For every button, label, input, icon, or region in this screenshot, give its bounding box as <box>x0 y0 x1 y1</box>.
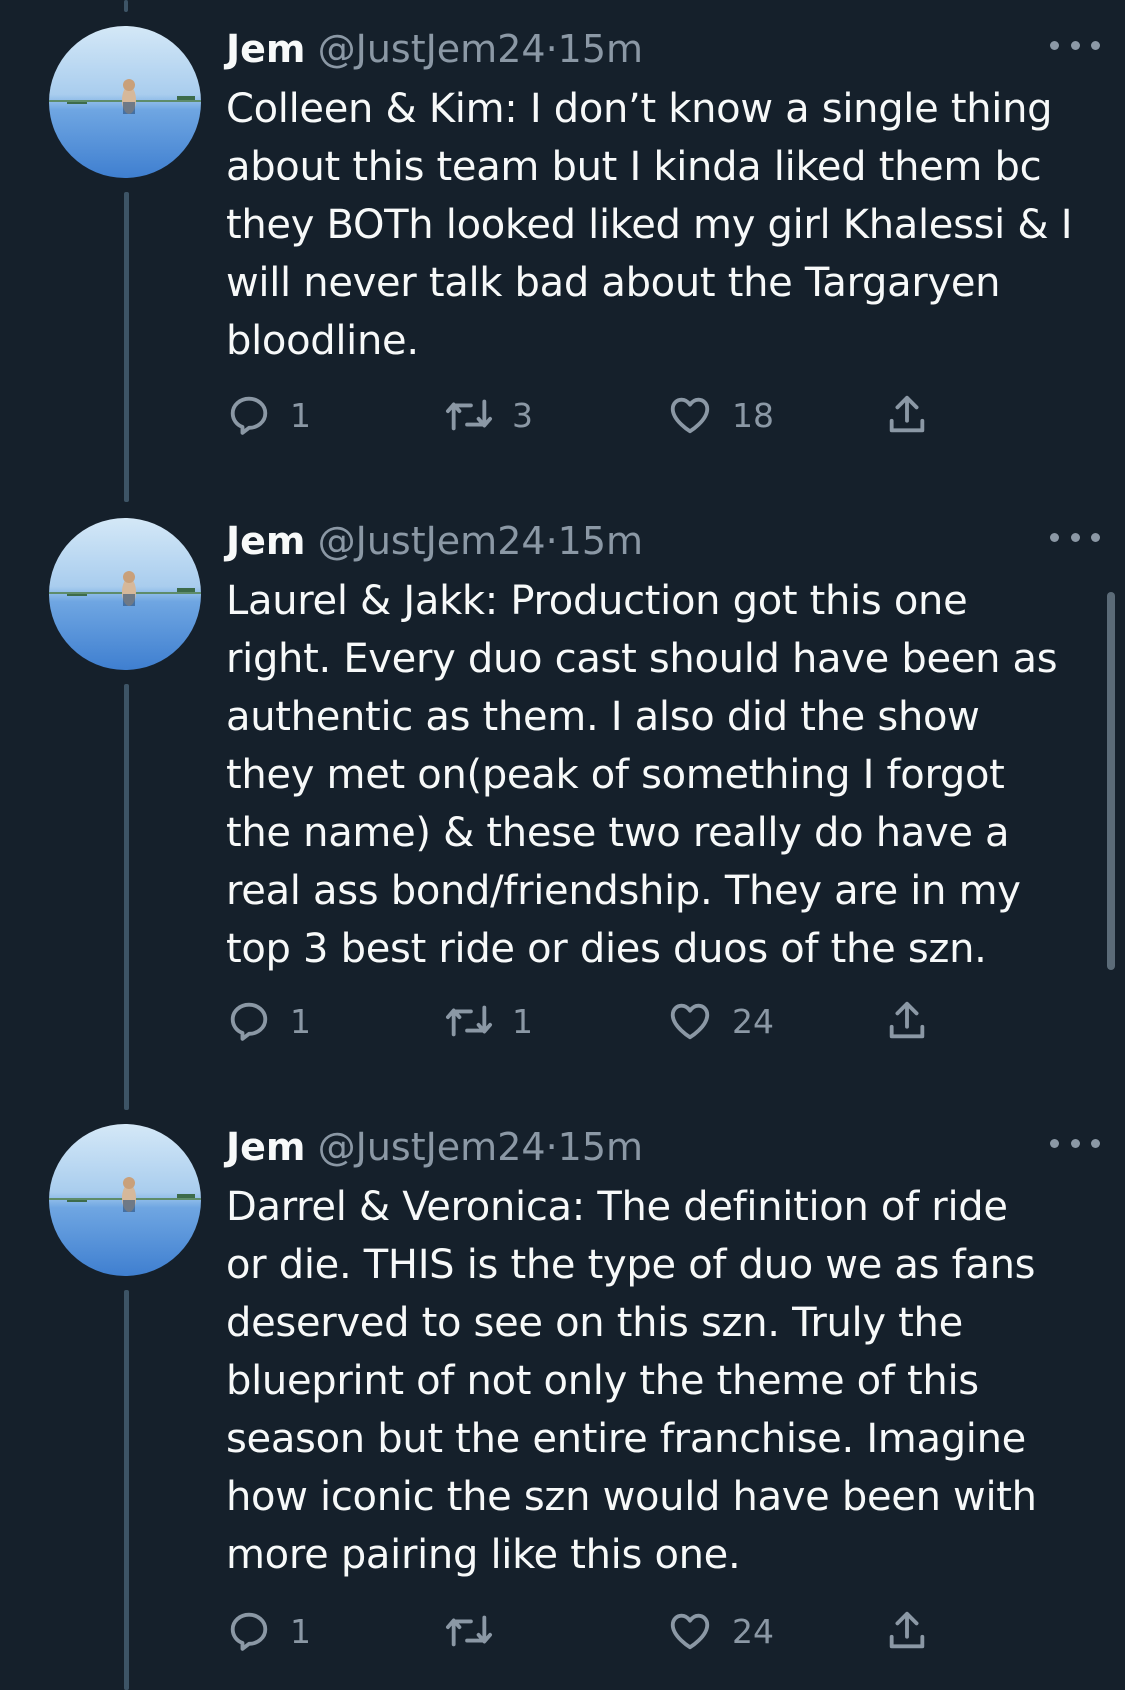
scrollbar[interactable] <box>1107 592 1115 970</box>
timestamp[interactable]: 15m <box>558 1125 643 1169</box>
share-icon <box>889 1001 925 1039</box>
user-handle[interactable]: @JustJem24 <box>318 1125 546 1169</box>
retweet-button[interactable]: 3 <box>444 390 533 440</box>
reply-icon <box>230 396 268 435</box>
like-button[interactable]: 24 <box>666 1606 774 1656</box>
like-button[interactable]: 18 <box>666 390 774 440</box>
tweet-text: Darrel & Veronica: The definition of rid… <box>226 1184 1037 1578</box>
tweet-header: Jem @JustJem24·15m <box>226 518 1100 564</box>
timestamp[interactable]: 15m <box>558 519 643 563</box>
heart-icon <box>670 397 710 434</box>
like-count: 24 <box>732 1001 774 1041</box>
share-icon <box>889 395 925 433</box>
reply-icon <box>230 1002 268 1041</box>
like-button[interactable]: 24 <box>666 996 774 1046</box>
tweet-header: Jem @JustJem24·15m <box>226 26 1100 72</box>
user-handle[interactable]: @JustJem24 <box>318 519 546 563</box>
avatar-beach-photo-icon[interactable] <box>49 1124 201 1276</box>
avatar-beach-photo-icon[interactable] <box>49 26 201 178</box>
display-name[interactable]: Jem <box>226 519 306 563</box>
retweet-count: 3 <box>512 395 533 435</box>
timeline: Jem @JustJem24·15m Colleen & Kim: I don’… <box>0 0 1125 1690</box>
thread-line <box>124 684 129 1110</box>
reply-count: 1 <box>290 1611 311 1651</box>
share-button[interactable] <box>884 1606 930 1656</box>
more-options-icon[interactable] <box>1050 1128 1100 1158</box>
reply-icon <box>230 1612 268 1651</box>
retweet-icon <box>445 1005 492 1037</box>
separator: · <box>545 1125 558 1169</box>
more-options-icon[interactable] <box>1050 522 1100 552</box>
user-handle[interactable]: @JustJem24 <box>318 27 546 71</box>
tweet-header: Jem @JustJem24·15m <box>226 1124 1100 1170</box>
tweet-actions: 1 24 <box>226 1606 966 1656</box>
tweet-actions: 1 3 18 <box>226 390 966 440</box>
heart-icon <box>670 1613 710 1650</box>
separator: · <box>545 27 558 71</box>
more-options-icon[interactable] <box>1050 30 1100 60</box>
tweet-text: Colleen & Kim: I don’t know a single thi… <box>226 86 1073 364</box>
retweet-icon <box>445 399 492 431</box>
thread-line <box>124 1290 129 1690</box>
thread-line <box>124 192 129 502</box>
reply-button[interactable]: 1 <box>226 996 311 1046</box>
retweet-count: 1 <box>512 1001 533 1041</box>
thread-connector-top <box>124 0 128 12</box>
separator: · <box>545 519 558 563</box>
display-name[interactable]: Jem <box>226 27 306 71</box>
retweet-button[interactable]: 1 <box>444 996 533 1046</box>
share-button[interactable] <box>884 390 930 440</box>
tweet-actions: 1 1 24 <box>226 996 966 1046</box>
reply-button[interactable]: 1 <box>226 390 311 440</box>
like-count: 24 <box>732 1611 774 1651</box>
avatar-beach-photo-icon[interactable] <box>49 518 201 670</box>
share-icon <box>889 1611 925 1649</box>
retweet-icon <box>445 1615 492 1647</box>
tweet-text: Laurel & Jakk: Production got this one r… <box>226 578 1058 972</box>
display-name[interactable]: Jem <box>226 1125 306 1169</box>
timestamp[interactable]: 15m <box>558 27 643 71</box>
reply-button[interactable]: 1 <box>226 1606 311 1656</box>
share-button[interactable] <box>884 996 930 1046</box>
reply-count: 1 <box>290 1001 311 1041</box>
retweet-button[interactable] <box>444 1606 512 1656</box>
reply-count: 1 <box>290 395 311 435</box>
like-count: 18 <box>732 395 774 435</box>
heart-icon <box>670 1003 710 1040</box>
